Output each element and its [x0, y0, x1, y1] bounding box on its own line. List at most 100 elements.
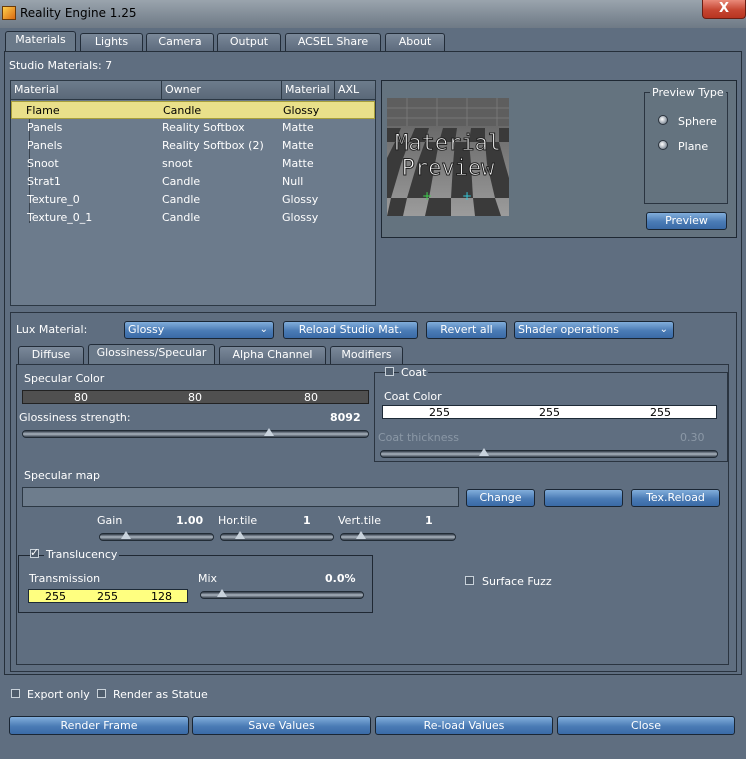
table-row[interactable]: Snoot snoot Matte	[11, 155, 375, 173]
cell-material-name: Strat1	[27, 175, 61, 188]
shader-operations-label: Shader operations	[518, 323, 620, 336]
reality-engine-window: Reality Engine 1.25 X Materials Lights C…	[0, 0, 746, 759]
shader-operations-select[interactable]: Shader operations ⌄	[514, 321, 674, 339]
hor-tile-slider[interactable]	[220, 531, 334, 541]
specular-r-value: 80	[74, 391, 88, 404]
translucency-checkbox[interactable]	[30, 546, 39, 559]
window-title: Reality Engine 1.25	[20, 6, 137, 20]
preview-text-preview: Preview	[402, 156, 495, 181]
vert-tile-slider[interactable]	[340, 531, 456, 541]
change-map-button[interactable]: Change	[466, 489, 535, 507]
lux-material-label: Lux Material:	[16, 323, 88, 336]
title-bar: Reality Engine 1.25 X	[0, 0, 746, 28]
subtab-alpha-channel[interactable]: Alpha Channel	[219, 346, 326, 364]
save-values-button[interactable]: Save Values	[192, 716, 371, 735]
cell-material-name: Panels	[27, 121, 63, 134]
vert-tile-label: Vert.tile	[338, 514, 381, 527]
revert-all-button[interactable]: Revert all	[426, 321, 507, 339]
table-row[interactable]: Panels Reality Softbox (2) Matte	[11, 137, 375, 155]
cell-owner: Reality Softbox	[162, 121, 245, 134]
specular-map-path-field[interactable]	[22, 487, 459, 507]
table-row[interactable]: Flame Candle Glossy	[11, 101, 375, 119]
column-header-owner[interactable]: Owner	[162, 81, 282, 100]
hor-tile-value: 1	[303, 514, 311, 527]
coat-g-value: 255	[539, 406, 560, 419]
coat-checkbox[interactable]	[385, 367, 394, 376]
specular-color-field[interactable]: 80 80 80	[22, 390, 369, 404]
cell-material-type: Glossy	[282, 211, 319, 224]
render-as-statue-label: Render as Statue	[113, 688, 208, 701]
subtab-diffuse[interactable]: Diffuse	[18, 346, 84, 364]
coat-b-value: 255	[650, 406, 671, 419]
transmission-r-value: 255	[45, 590, 66, 603]
checker-floor-graphic: Material Preview + +	[387, 98, 509, 216]
surface-fuzz-checkbox[interactable]	[465, 576, 474, 585]
tab-materials[interactable]: Materials	[5, 31, 76, 52]
coat-thickness-value: 0.30	[680, 431, 705, 444]
cyan-plus-icon: +	[462, 189, 472, 203]
close-window-button[interactable]: X	[702, 0, 746, 19]
mix-slider-thumb[interactable]	[217, 589, 227, 597]
reload-studio-mat-button[interactable]: Reload Studio Mat.	[283, 321, 418, 339]
transmission-color-field[interactable]: 255 255 128	[28, 589, 188, 603]
column-header-material-type[interactable]: Material	[282, 81, 335, 100]
tab-camera[interactable]: Camera	[146, 33, 214, 51]
material-preview-image: Material Preview + +	[387, 98, 509, 216]
glossiness-slider-thumb[interactable]	[264, 428, 274, 436]
disabled-map-button[interactable]	[544, 489, 623, 507]
cell-material-type: Glossy	[282, 193, 319, 206]
coat-thickness-slider-thumb[interactable]	[479, 448, 489, 456]
specular-color-label: Specular Color	[24, 372, 105, 385]
material-list[interactable]: Material Owner Material AXL Flame Candle…	[10, 80, 376, 306]
tab-acsel-share[interactable]: ACSEL Share	[285, 33, 381, 51]
cell-owner: Reality Softbox (2)	[162, 139, 264, 152]
table-row[interactable]: Texture_0 Candle Glossy	[11, 191, 375, 209]
preview-type-label: Preview Type	[650, 86, 726, 99]
tab-about[interactable]: About	[385, 33, 445, 51]
cell-material-type: Matte	[282, 121, 314, 134]
cell-owner: Candle	[163, 104, 202, 117]
glossiness-slider[interactable]	[22, 428, 369, 438]
gain-slider-thumb[interactable]	[121, 531, 131, 539]
gain-value: 1.00	[176, 514, 204, 527]
vert-tile-slider-thumb[interactable]	[356, 531, 366, 539]
close-button[interactable]: Close	[557, 716, 735, 735]
cell-owner: Candle	[162, 193, 201, 206]
cell-owner: Candle	[162, 175, 201, 188]
lux-material-select[interactable]: Glossy ⌄	[124, 321, 274, 339]
tex-reload-button[interactable]: Tex.Reload	[631, 489, 720, 507]
hor-tile-slider-thumb[interactable]	[235, 531, 245, 539]
coat-thickness-slider[interactable]	[380, 448, 718, 458]
preview-type-sphere-radio[interactable]	[658, 115, 668, 125]
glossiness-strength-value: 8092	[330, 411, 361, 424]
cell-material-name: Texture_0	[27, 193, 80, 206]
cell-material-name: Snoot	[27, 157, 59, 170]
mix-slider[interactable]	[200, 589, 364, 599]
reload-values-button[interactable]: Re-load Values	[375, 716, 553, 735]
chevron-down-icon: ⌄	[259, 324, 268, 335]
table-row[interactable]: Strat1 Candle Null	[11, 173, 375, 191]
preview-button[interactable]: Preview	[646, 212, 727, 230]
mix-label: Mix	[198, 572, 218, 585]
preview-type-plane-radio[interactable]	[658, 140, 668, 150]
render-frame-button[interactable]: Render Frame	[9, 716, 189, 735]
column-header-axl[interactable]: AXL	[335, 81, 375, 100]
plane-label: Plane	[678, 140, 709, 153]
subtab-glossiness-specular[interactable]: Glossiness/Specular	[88, 344, 215, 365]
tab-lights[interactable]: Lights	[80, 33, 143, 51]
cell-material-type: Matte	[282, 139, 314, 152]
table-row[interactable]: Panels Reality Softbox Matte	[11, 119, 375, 137]
tab-output[interactable]: Output	[217, 33, 281, 51]
export-only-checkbox[interactable]	[11, 689, 20, 698]
gain-slider[interactable]	[99, 531, 214, 541]
specular-b-value: 80	[304, 391, 318, 404]
lux-material-value: Glossy	[128, 323, 165, 336]
column-header-material[interactable]: Material	[11, 81, 162, 100]
cell-material-type: Matte	[282, 157, 314, 170]
gain-label: Gain	[97, 514, 123, 527]
coat-color-field[interactable]: 255 255 255	[382, 405, 717, 419]
table-row[interactable]: Texture_0_1 Candle Glossy	[11, 209, 375, 227]
render-as-statue-checkbox[interactable]	[97, 689, 106, 698]
cell-material-name: Texture_0_1	[27, 211, 93, 224]
subtab-modifiers[interactable]: Modifiers	[330, 346, 403, 364]
